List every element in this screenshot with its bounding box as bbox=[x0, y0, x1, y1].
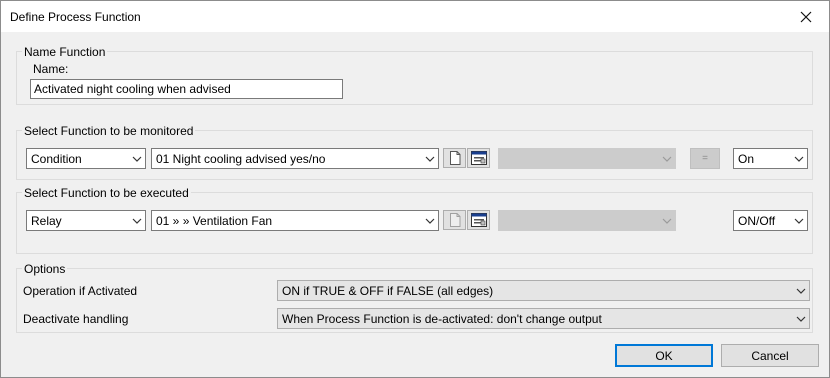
cancel-button[interactable]: Cancel bbox=[721, 344, 819, 367]
chevron-down-icon bbox=[129, 211, 145, 230]
chevron-down-icon bbox=[659, 211, 675, 230]
monitored-new-button[interactable] bbox=[443, 148, 466, 168]
monitored-function-value: 01 Night cooling advised yes/no bbox=[156, 151, 326, 166]
chevron-down-icon bbox=[791, 149, 807, 168]
executed-state-select[interactable]: ON/Off bbox=[733, 210, 808, 231]
chevron-down-icon bbox=[793, 309, 809, 328]
monitored-function-select[interactable]: 01 Night cooling advised yes/no bbox=[151, 148, 439, 169]
monitored-properties-button[interactable] bbox=[467, 148, 490, 168]
properties-icon bbox=[470, 213, 487, 227]
executed-function-select[interactable]: 01 » » Ventilation Fan bbox=[151, 210, 439, 231]
name-label: Name: bbox=[33, 62, 69, 76]
chevron-down-icon bbox=[659, 149, 675, 168]
operation-value: ON if TRUE & OFF if FALSE (all edges) bbox=[282, 283, 494, 298]
chevron-down-icon bbox=[129, 149, 145, 168]
chevron-down-icon bbox=[793, 281, 809, 300]
name-function-group-label: Name Function bbox=[22, 45, 108, 59]
deactivate-value: When Process Function is de-activated: d… bbox=[282, 311, 602, 326]
compare-operator-button[interactable]: = bbox=[690, 148, 720, 169]
executed-new-button[interactable] bbox=[443, 210, 466, 230]
monitored-type-value: Condition bbox=[31, 151, 82, 166]
monitored-state-select[interactable]: On bbox=[733, 148, 808, 169]
chevron-down-icon bbox=[422, 149, 438, 168]
new-document-icon bbox=[449, 213, 460, 227]
executed-function-value: 01 » » Ventilation Fan bbox=[156, 213, 273, 228]
operation-label: Operation if Activated bbox=[23, 284, 138, 298]
deactivate-select[interactable]: When Process Function is de-activated: d… bbox=[277, 308, 810, 329]
monitored-extra-select[interactable] bbox=[498, 148, 676, 169]
close-button[interactable] bbox=[783, 1, 829, 32]
chevron-down-icon bbox=[791, 211, 807, 230]
chevron-down-icon bbox=[422, 211, 438, 230]
new-document-icon bbox=[449, 151, 460, 165]
monitored-type-select[interactable]: Condition bbox=[26, 148, 146, 169]
monitored-function-group-label: Select Function to be monitored bbox=[22, 124, 196, 138]
name-input[interactable]: Activated night cooling when advised bbox=[30, 79, 343, 99]
title-bar: Define Process Function bbox=[1, 1, 829, 32]
define-process-function-dialog: Define Process Function Name Function Na… bbox=[0, 0, 830, 378]
executed-state-value: ON/Off bbox=[738, 213, 776, 228]
window-title: Define Process Function bbox=[10, 10, 141, 24]
executed-extra-select[interactable] bbox=[498, 210, 676, 231]
executed-type-select[interactable]: Relay bbox=[26, 210, 146, 231]
executed-properties-button[interactable] bbox=[467, 210, 490, 230]
properties-icon bbox=[470, 151, 487, 165]
close-icon bbox=[800, 11, 812, 22]
executed-type-value: Relay bbox=[31, 213, 62, 228]
ok-button[interactable]: OK bbox=[615, 344, 713, 367]
monitored-state-value: On bbox=[738, 151, 755, 166]
deactivate-label: Deactivate handling bbox=[23, 312, 129, 326]
executed-function-group-label: Select Function to be executed bbox=[22, 186, 191, 200]
operation-select[interactable]: ON if TRUE & OFF if FALSE (all edges) bbox=[277, 280, 810, 301]
options-group-label: Options bbox=[22, 262, 68, 276]
